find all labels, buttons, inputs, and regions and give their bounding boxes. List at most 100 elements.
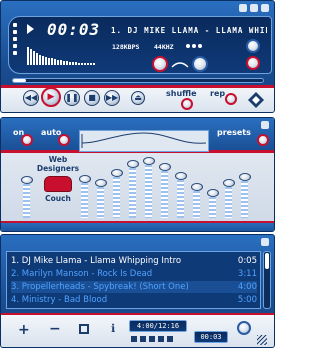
playlist-item-duration: 4:00 (237, 282, 257, 292)
eq-band-slider-handle[interactable] (191, 183, 203, 191)
bitrate-unit: KBPS (123, 43, 140, 51)
playlist-item-duration: 3:11 (237, 269, 257, 279)
pause-button[interactable]: ❚❚ (64, 90, 80, 106)
couch-icon (44, 176, 72, 192)
eq-band-slider-handle[interactable] (159, 163, 171, 171)
eq-band-slider-handle[interactable] (239, 173, 251, 181)
playlist-scrollbar[interactable] (263, 251, 271, 309)
playlist-item-title: 4. Ministry - Bad Blood (11, 295, 108, 305)
mini-transport[interactable] (131, 335, 187, 343)
mini-prev-icon[interactable] (131, 336, 137, 342)
eq-band-slider-handle[interactable] (223, 179, 235, 187)
next-icon: ▶▶ (105, 93, 119, 102)
next-button[interactable]: ▶▶ (104, 90, 120, 106)
previous-icon: ◀◀ (24, 93, 38, 102)
previous-button[interactable]: ◀◀ (23, 90, 39, 106)
eq-band-slider-handle[interactable] (175, 172, 187, 180)
eq-band-slider-track[interactable] (113, 175, 120, 218)
mini-stop-icon[interactable] (158, 336, 164, 342)
close-button[interactable] (261, 4, 269, 12)
shuffle-label: shuffle (166, 89, 197, 98)
red-swoosh (1, 85, 274, 88)
track-title[interactable]: 1. DJ MIKE LLAMA - LLAMA WHIPPIN' (111, 26, 267, 35)
preamp-slider-track[interactable] (23, 182, 30, 218)
eq-band-slider-track[interactable] (177, 178, 184, 218)
remove-button[interactable]: − (49, 321, 61, 337)
seek-bar[interactable] (12, 78, 264, 83)
eq-band-slider-track[interactable] (193, 189, 200, 218)
time-display[interactable]: 00:03 (47, 20, 100, 39)
eq-band-slider-track[interactable] (209, 195, 216, 218)
play-button[interactable]: ▶ (41, 87, 61, 107)
playlist-item[interactable]: 3. Propellerheads - Spybreak! (Short One… (11, 281, 257, 293)
balance-knob[interactable] (192, 56, 208, 72)
eq-on-toggle[interactable] (21, 134, 33, 146)
playlist-item[interactable]: 1. DJ Mike Llama - Llama Whipping Intro … (11, 255, 257, 267)
playlist-item-duration: 5:00 (237, 295, 257, 305)
eq-band-slider-track[interactable] (161, 169, 168, 218)
mini-next-icon[interactable] (167, 336, 173, 342)
playlist-item-title: 3. Propellerheads - Spybreak! (Short One… (11, 282, 189, 292)
preamp-slider-handle[interactable] (21, 176, 33, 184)
winamp-logo-icon[interactable] (245, 89, 267, 111)
eq-band-slider-track[interactable] (241, 179, 248, 218)
mini-play-icon[interactable] (140, 336, 146, 342)
eq-band-slider-track[interactable] (145, 163, 152, 218)
eq-band-slider-track[interactable] (81, 181, 88, 218)
shuffle-button[interactable] (181, 98, 193, 110)
playlist-item-title: 2. Marilyn Manson - Rock Is Dead (11, 269, 153, 279)
repeat-label: rep (210, 89, 226, 98)
eq-curve-graph (81, 132, 207, 148)
total-time-display: 4:00/12:16 (129, 320, 187, 332)
bitrate: 128KBPS (112, 43, 139, 51)
playlist-item[interactable]: 4. Ministry - Bad Blood 5:00 (11, 294, 257, 306)
eq-footer (1, 222, 274, 231)
stereo-indicator (186, 44, 206, 48)
eq-auto-toggle[interactable] (58, 134, 70, 146)
playlist-toggle[interactable] (246, 56, 260, 70)
equalizer-toggle[interactable] (246, 39, 260, 53)
minimize-button[interactable] (239, 4, 247, 12)
eq-footer-swoosh (1, 221, 274, 223)
spectrum-visualizer[interactable] (27, 45, 99, 65)
eq-presets-button[interactable] (257, 134, 269, 146)
pause-icon: ❚❚ (65, 93, 79, 102)
sponsor-logo: Web Designers Couch (33, 155, 83, 215)
equalizer-window: on auto presets Web Designers Couch (0, 117, 275, 232)
balance-slider[interactable] (171, 59, 189, 69)
eq-band-slider-handle[interactable] (95, 179, 107, 187)
eq-band-slider-track[interactable] (129, 166, 136, 218)
logo-line-2: Designers (36, 164, 80, 173)
clutterbar[interactable] (13, 23, 19, 63)
repeat-button[interactable] (225, 93, 237, 105)
select-button[interactable] (79, 324, 89, 334)
pl-red-swoosh (1, 313, 274, 315)
playlist-scroll-thumb[interactable] (265, 253, 269, 269)
eq-presets-label: presets (217, 128, 251, 137)
volume-knob[interactable] (152, 56, 168, 72)
eq-band-slider-track[interactable] (225, 185, 232, 218)
playlist-current-time: 00:03 (194, 331, 228, 343)
eq-close-button[interactable] (261, 121, 269, 129)
add-button[interactable]: + (18, 322, 30, 338)
eq-band-slider-handle[interactable] (127, 160, 139, 168)
eject-button[interactable]: ⏏ (131, 91, 145, 105)
samplerate: 44KHZ (154, 43, 174, 51)
shade-button[interactable] (250, 4, 258, 12)
eq-band-slider-track[interactable] (97, 185, 104, 218)
playlist-options-button[interactable] (237, 321, 251, 335)
mini-pause-icon[interactable] (149, 336, 155, 342)
logo-line-3: Couch (45, 194, 71, 203)
misc-button[interactable]: ℹ (111, 322, 115, 335)
eq-band-slider-handle[interactable] (79, 175, 91, 183)
resize-grip-icon[interactable] (257, 335, 267, 345)
eq-band-slider-handle[interactable] (207, 189, 219, 197)
pl-close-button[interactable] (261, 238, 269, 246)
eq-curve-display (79, 130, 209, 152)
eq-band-slider-handle[interactable] (143, 157, 155, 165)
logo-line-1: Web (48, 155, 68, 164)
stop-button[interactable]: ■ (84, 90, 100, 106)
eq-band-slider-handle[interactable] (111, 169, 123, 177)
playlist-item[interactable]: 2. Marilyn Manson - Rock Is Dead 3:11 (11, 268, 257, 280)
samplerate-value: 44 (154, 43, 162, 51)
